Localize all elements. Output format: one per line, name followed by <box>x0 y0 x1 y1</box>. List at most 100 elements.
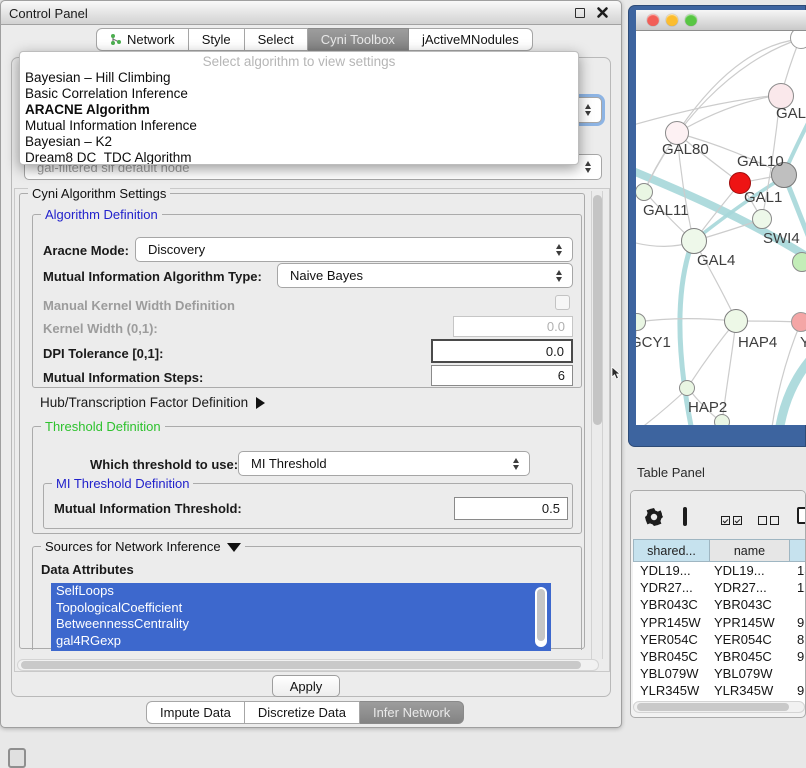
mi-steps-input[interactable]: 6 <box>431 365 573 386</box>
aracne-mode-select[interactable]: Discovery <box>135 237 573 262</box>
table-horizontal-scrollbar[interactable] <box>633 701 805 713</box>
aracne-mode-label: Aracne Mode: <box>43 243 129 258</box>
algorithm-option-label: Bayesian – Hill Climbing <box>25 70 171 85</box>
group-title: Threshold Definition <box>41 419 165 434</box>
bottom-tab[interactable]: Discretize Data <box>245 701 360 724</box>
mi-algorithm-type-value: Naive Bayes <box>278 268 550 283</box>
scrollbar-thumb[interactable] <box>21 661 581 669</box>
kernel-width-label: Kernel Width (0,1): <box>43 321 158 336</box>
algorithm-option[interactable]: Mutual Information Inference <box>20 118 578 134</box>
network-node[interactable] <box>724 309 748 333</box>
scrollbar-thumb[interactable] <box>593 195 602 425</box>
cell-name: YBL079W <box>710 666 791 681</box>
settings-vertical-scrollbar[interactable] <box>591 191 603 659</box>
network-view-window: GALGAL80GAL10GAL11GAL1GAL4SWI4GCY1HAP4YH… <box>628 5 806 447</box>
table-panel-title: Table Panel <box>637 465 705 480</box>
table-row[interactable]: YPR145W YPR145W 9. <box>633 614 806 631</box>
attribute-list-item[interactable]: SelfLoops <box>51 583 551 600</box>
control-panel-tab[interactable]: Network <box>96 28 189 51</box>
close-icon[interactable] <box>596 6 609 19</box>
algorithm-definition-group: Algorithm Definition Aracne Mode: Discov… <box>32 214 582 388</box>
sources-group-title[interactable]: Sources for Network Inference <box>41 539 245 554</box>
algorithm-option[interactable]: Bayesian – Hill Climbing <box>20 70 578 86</box>
column-header-label: name <box>734 544 765 558</box>
mouse-cursor <box>611 367 623 380</box>
mi-threshold-definition-group: MI Threshold Definition Mutual Informati… <box>43 483 573 529</box>
node-label: GAL10 <box>737 153 784 170</box>
table-row[interactable]: YER054C YER054C 8. <box>633 631 806 648</box>
cell-name: YLR345W <box>710 683 791 698</box>
document-icon[interactable] <box>797 507 806 524</box>
mi-algorithm-type-select[interactable]: Naive Bayes <box>277 263 573 288</box>
kernel-width-value: 0.0 <box>547 319 572 334</box>
table-row[interactable]: YLR345W YLR345W 9. <box>633 682 806 699</box>
zoom-traffic-light[interactable] <box>685 14 697 26</box>
network-canvas[interactable]: GALGAL80GAL10GAL11GAL1GAL4SWI4GCY1HAP4YH… <box>636 31 806 425</box>
table-row[interactable]: YBR045C YBR045C 9. <box>633 648 806 665</box>
table-row[interactable]: YBR043C YBR043C <box>633 596 806 613</box>
attribute-list-item[interactable]: TopologicalCoefficient <box>51 600 551 617</box>
spinner-arrows-icon <box>579 161 597 173</box>
tab-label: jActiveMNodules <box>422 32 519 47</box>
network-node[interactable] <box>792 252 806 272</box>
cell-shared-name: YDL19... <box>633 563 710 578</box>
deselect-all-columns-icon[interactable] <box>758 513 782 528</box>
algorithm-option-label: Basic Correlation Inference <box>25 86 188 101</box>
control-panel-tab[interactable]: Cyni Toolbox <box>308 28 409 51</box>
control-panel-tab[interactable]: Select <box>245 28 308 51</box>
attribute-name: gal4RGexp <box>56 633 121 648</box>
network-node[interactable] <box>791 312 806 332</box>
tab-label: Cyni Toolbox <box>321 32 395 47</box>
node-label: GCY1 <box>636 334 671 351</box>
float-window-icon[interactable] <box>575 8 585 18</box>
algorithm-option[interactable]: Basic Correlation Inference <box>20 86 578 102</box>
kernel-width-input[interactable]: 0.0 <box>453 316 573 337</box>
algorithm-option[interactable]: Dream8 DC_TDC Algorithm <box>20 150 578 165</box>
apply-button[interactable]: Apply <box>272 675 340 697</box>
settings-horizontal-scrollbar[interactable] <box>17 659 599 671</box>
which-threshold-select[interactable]: MI Threshold <box>238 451 530 476</box>
bottom-tab[interactable]: Infer Network <box>360 701 464 724</box>
attribute-name: BetweennessCentrality <box>56 616 189 631</box>
manual-kernel-label: Manual Kernel Width Definition <box>43 298 235 313</box>
control-panel-tab[interactable]: jActiveMNodules <box>409 28 533 51</box>
algorithm-option[interactable]: ARACNE Algorithm <box>20 102 578 118</box>
cell-name: YDR27... <box>710 580 791 595</box>
close-traffic-light[interactable] <box>647 14 659 26</box>
control-panel-tab[interactable]: Style <box>189 28 245 51</box>
dpi-tolerance-label: DPI Tolerance [0,1]: <box>43 346 163 361</box>
attribute-name: TopologicalCoefficient <box>56 600 182 615</box>
network-node[interactable] <box>681 228 707 254</box>
list-scrollbar[interactable] <box>535 587 547 647</box>
algorithm-option[interactable]: Bayesian – K2 <box>20 134 578 150</box>
minimize-traffic-light[interactable] <box>666 14 678 26</box>
gear-icon[interactable] <box>645 508 663 529</box>
bottom-tab[interactable]: Impute Data <box>146 701 245 724</box>
attribute-list-item[interactable]: BetweennessCentrality <box>51 616 551 633</box>
split-columns-icon[interactable] <box>683 507 687 526</box>
list-scrollbar-thumb[interactable] <box>537 589 545 641</box>
mi-threshold-input[interactable]: 0.5 <box>454 497 568 520</box>
cell-value: 13 <box>791 563 806 578</box>
algorithm-option-label: ARACNE Algorithm <box>25 102 150 117</box>
hub-section-toggle[interactable]: Hub/Transcription Factor Definition <box>40 395 265 410</box>
cell-name: YER054C <box>710 632 791 647</box>
data-attributes-list[interactable]: SelfLoops TopologicalCoefficient Between… <box>51 583 551 651</box>
column-header[interactable]: A <box>789 539 806 562</box>
table-row[interactable]: YDL19... YDL19... 13 <box>633 562 806 579</box>
network-node[interactable] <box>679 380 695 396</box>
attribute-list-item[interactable]: gal4RGexp <box>51 633 551 650</box>
scrollbar-thumb[interactable] <box>637 703 789 711</box>
network-node[interactable] <box>752 209 772 229</box>
minimized-panel-icon[interactable] <box>8 748 26 768</box>
column-header[interactable]: name <box>709 539 790 562</box>
table-row[interactable]: YDR27... YDR27... 12 <box>633 579 806 596</box>
which-threshold-value: MI Threshold <box>239 456 507 471</box>
table-row[interactable]: YBL079W YBL079W <box>633 665 806 682</box>
manual-kernel-checkbox[interactable] <box>555 295 570 310</box>
column-header[interactable]: shared... <box>633 539 710 562</box>
network-window-titlebar <box>636 10 806 31</box>
dpi-tolerance-input[interactable]: 0.0 <box>431 339 573 363</box>
control-panel-tabbar: Network Style Select Cyni Toolbo <box>96 28 533 51</box>
select-all-columns-icon[interactable] <box>721 513 745 528</box>
